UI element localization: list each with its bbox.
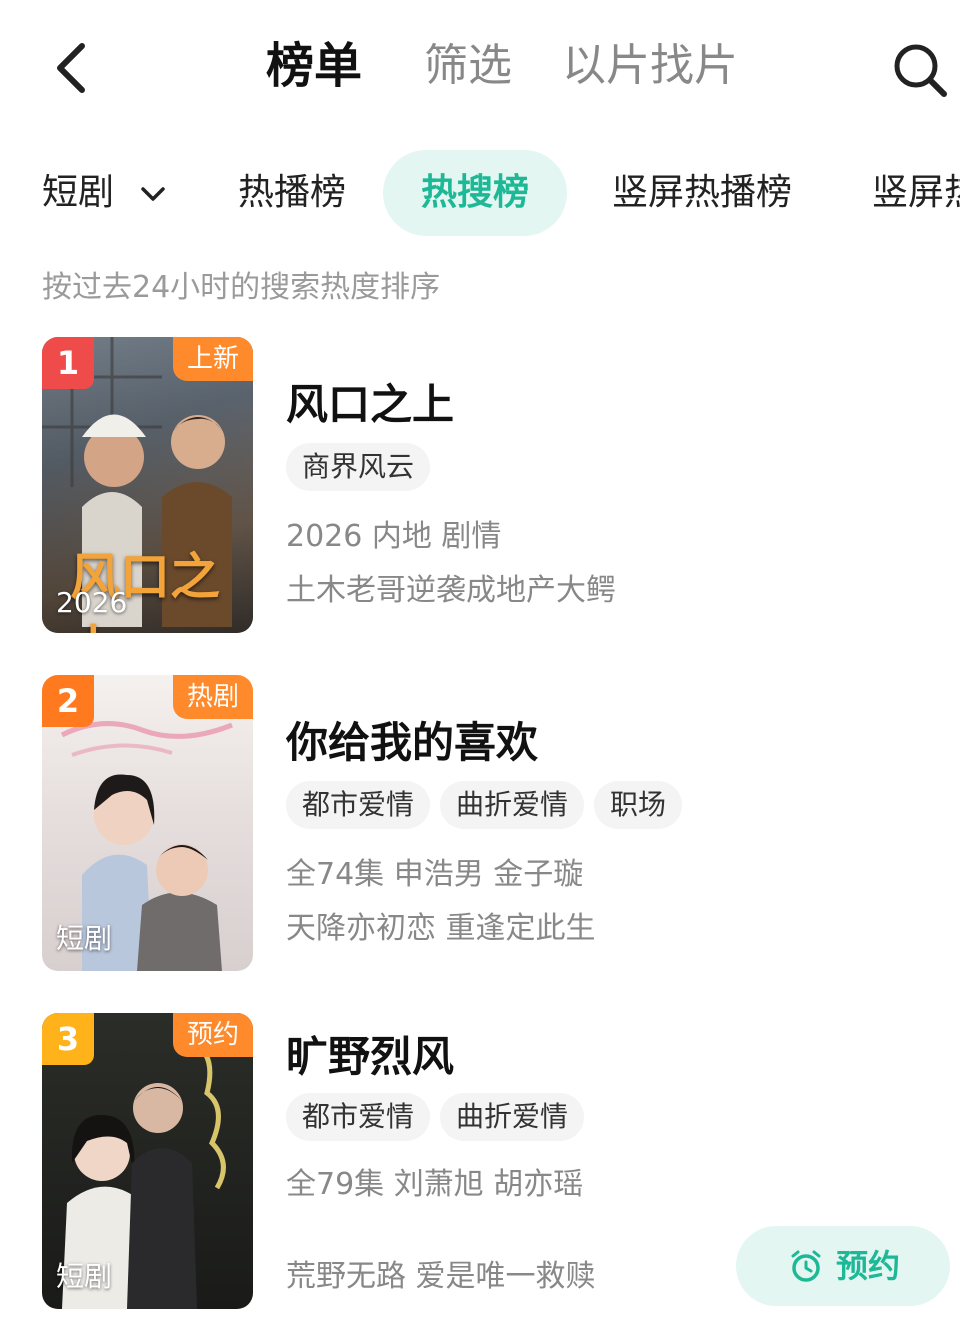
genre-tag[interactable]: 曲折爱情 bbox=[440, 1093, 585, 1141]
poster-caption: 短剧 bbox=[56, 922, 113, 955]
tab-find-by-film[interactable]: 以片找片 bbox=[562, 36, 738, 96]
tag-list: 都市爱情 曲折爱情 bbox=[286, 1093, 594, 1141]
rank-badge: 3 bbox=[42, 1013, 94, 1065]
item-title[interactable]: 旷野烈风 bbox=[286, 1023, 454, 1084]
genre-tag[interactable]: 都市爱情 bbox=[286, 1093, 431, 1141]
list-item[interactable]: 风口之上 1 上新 2026 风口之上 商界风云 2026 内地 剧情 土木老哥… bbox=[42, 337, 960, 637]
search-icon[interactable] bbox=[888, 38, 950, 100]
category-bar: 短剧 热播榜 热搜榜 竖屏热播榜 竖屏热 bbox=[0, 150, 960, 236]
genre-tag[interactable]: 商界风云 bbox=[286, 443, 431, 491]
item-meta: 2026 内地 剧情 bbox=[286, 519, 502, 554]
genre-tag[interactable]: 职场 bbox=[594, 781, 683, 829]
status-badge: 预约 bbox=[172, 1013, 253, 1057]
reserve-label: 预约 bbox=[836, 1247, 901, 1285]
status-badge: 热剧 bbox=[172, 675, 253, 719]
status-badge: 上新 bbox=[172, 337, 253, 381]
poster-image[interactable]: 3 预约 短剧 bbox=[42, 1013, 253, 1309]
item-title[interactable]: 你给我的喜欢 bbox=[286, 709, 538, 770]
item-meta: 全79集 刘萧旭 胡亦瑶 bbox=[286, 1167, 584, 1202]
sort-hint: 按过去24小时的搜索热度排序 bbox=[42, 270, 441, 305]
poster-caption: 2026 bbox=[56, 586, 128, 619]
rank-badge: 2 bbox=[42, 675, 94, 727]
back-arrow-icon[interactable] bbox=[48, 38, 100, 98]
category-tab-vertical-more[interactable]: 竖屏热 bbox=[872, 150, 960, 236]
category-tab-vertical-hot-play[interactable]: 竖屏热播榜 bbox=[612, 150, 792, 236]
reserve-button[interactable]: 预约 bbox=[736, 1226, 950, 1306]
category-dropdown[interactable]: 短剧 bbox=[42, 150, 167, 236]
list-item[interactable]: 2 热剧 短剧 你给我的喜欢 都市爱情 曲折爱情 职场 全74集 申浩男 金子璇 天… bbox=[42, 675, 960, 975]
item-title[interactable]: 风口之上 bbox=[286, 371, 454, 432]
category-tab-hot-search[interactable]: 热搜榜 bbox=[383, 150, 567, 236]
item-description: 土木老哥逆袭成地产大鳄 bbox=[286, 573, 616, 608]
chevron-down-icon bbox=[141, 187, 166, 201]
tab-ranking[interactable]: 榜单 bbox=[266, 36, 362, 96]
genre-tag[interactable]: 曲折爱情 bbox=[440, 781, 585, 829]
item-meta: 全74集 申浩男 金子璇 bbox=[286, 857, 584, 892]
category-dropdown-label: 短剧 bbox=[42, 172, 115, 213]
rank-badge: 1 bbox=[42, 337, 94, 389]
genre-tag[interactable]: 都市爱情 bbox=[286, 781, 431, 829]
item-description: 天降亦初恋 重逢定此生 bbox=[286, 911, 596, 946]
poster-image[interactable]: 风口之上 1 上新 2026 bbox=[42, 337, 253, 633]
alarm-clock-icon bbox=[791, 1250, 821, 1282]
item-description: 荒野无路 爱是唯一救赎 bbox=[286, 1259, 596, 1294]
top-bar: 榜单 筛选 以片找片 bbox=[0, 0, 960, 130]
tag-list: 商界风云 bbox=[286, 443, 440, 491]
category-tab-hot-play[interactable]: 热播榜 bbox=[238, 150, 346, 236]
poster-image[interactable]: 2 热剧 短剧 bbox=[42, 675, 253, 971]
tab-filter[interactable]: 筛选 bbox=[424, 36, 512, 96]
poster-caption: 短剧 bbox=[56, 1260, 113, 1293]
tag-list: 都市爱情 曲折爱情 职场 bbox=[286, 781, 692, 829]
